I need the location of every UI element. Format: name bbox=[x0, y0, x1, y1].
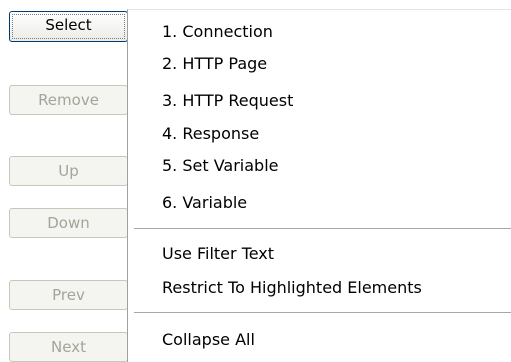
menu-item-connection[interactable]: 1. Connection bbox=[162, 22, 273, 42]
up-button-label: Up bbox=[58, 162, 79, 180]
menu-item-http-page[interactable]: 2. HTTP Page bbox=[162, 54, 267, 74]
menu-item-restrict-highlighted[interactable]: Restrict To Highlighted Elements bbox=[162, 278, 422, 298]
select-dropdown-menu: 1. Connection 2. HTTP Page 3. HTTP Reque… bbox=[127, 9, 511, 362]
next-button[interactable]: Next bbox=[9, 332, 128, 362]
down-button[interactable]: Down bbox=[9, 208, 128, 238]
down-button-label: Down bbox=[47, 214, 90, 232]
menu-item-set-variable[interactable]: 5. Set Variable bbox=[162, 156, 279, 176]
menu-item-collapse-all[interactable]: Collapse All bbox=[162, 330, 255, 350]
menu-separator bbox=[134, 228, 511, 229]
select-button-label: Select bbox=[45, 16, 92, 34]
select-button[interactable]: Select bbox=[9, 11, 128, 42]
menu-item-use-filter-text[interactable]: Use Filter Text bbox=[162, 244, 274, 264]
next-button-label: Next bbox=[51, 338, 86, 356]
menu-item-response[interactable]: 4. Response bbox=[162, 124, 259, 144]
remove-button-label: Remove bbox=[38, 91, 99, 109]
remove-button[interactable]: Remove bbox=[9, 85, 128, 115]
menu-separator bbox=[134, 312, 511, 313]
menu-item-http-request[interactable]: 3. HTTP Request bbox=[162, 91, 293, 111]
prev-button[interactable]: Prev bbox=[9, 280, 128, 310]
up-button[interactable]: Up bbox=[9, 156, 128, 186]
prev-button-label: Prev bbox=[52, 286, 85, 304]
button-panel: Select Remove Up Down Prev Next bbox=[0, 0, 135, 362]
menu-item-variable[interactable]: 6. Variable bbox=[162, 193, 247, 213]
